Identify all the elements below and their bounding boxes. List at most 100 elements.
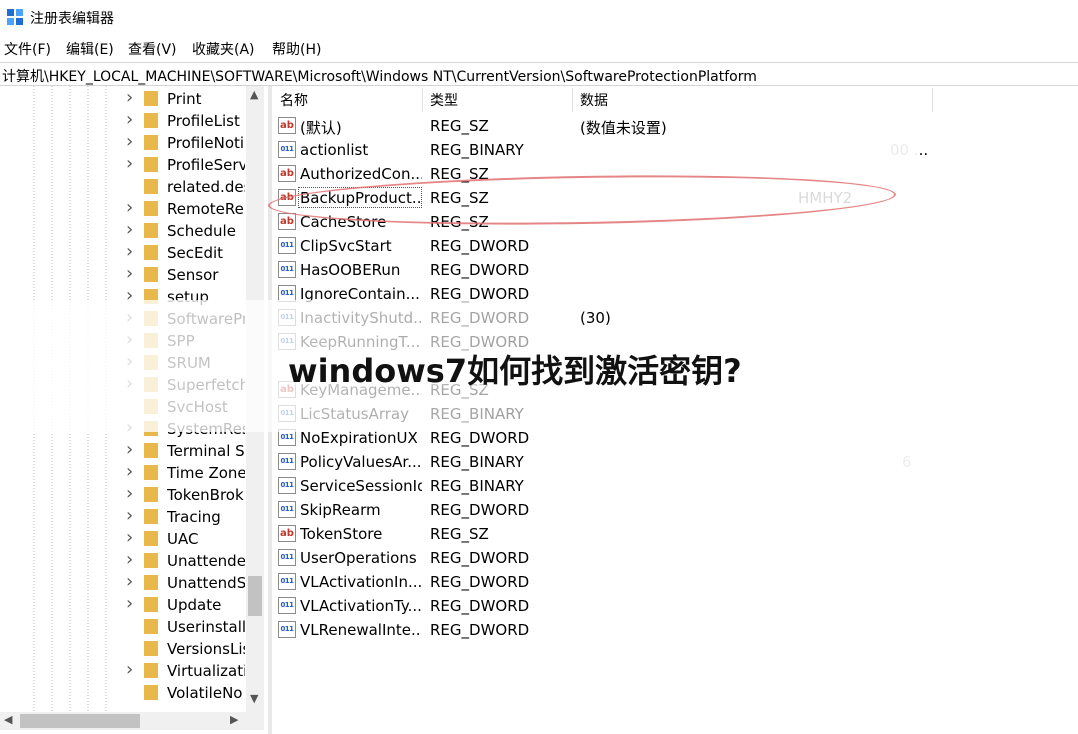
menu-help[interactable]: 帮助(H) bbox=[272, 39, 321, 59]
binary-value-icon: 011 bbox=[278, 573, 296, 590]
column-separator[interactable] bbox=[932, 88, 933, 112]
tree-item[interactable]: › SecEdit bbox=[0, 241, 262, 264]
tree-item[interactable]: › Terminal S bbox=[0, 439, 262, 462]
folder-icon bbox=[144, 91, 158, 106]
tree-item[interactable]: › ProfileNoti bbox=[0, 131, 262, 154]
address-path[interactable]: 计算机\HKEY_LOCAL_MACHINE\SOFTWARE\Microsof… bbox=[2, 66, 757, 86]
tree-item[interactable]: › Unattende bbox=[0, 549, 262, 572]
chevron-right-icon[interactable]: › bbox=[126, 505, 133, 526]
menu-edit[interactable]: 编辑(E) bbox=[66, 39, 114, 59]
chevron-right-icon[interactable]: › bbox=[126, 219, 133, 240]
cell-name: AuthorizedCon... bbox=[300, 165, 422, 183]
binary-value-icon: 011 bbox=[278, 477, 296, 494]
chevron-right-icon[interactable]: › bbox=[126, 153, 133, 174]
chevron-right-icon[interactable]: › bbox=[126, 483, 133, 504]
column-separator[interactable] bbox=[572, 88, 573, 112]
folder-icon bbox=[144, 575, 158, 590]
chevron-right-icon[interactable]: › bbox=[126, 131, 133, 152]
tree-item[interactable]: › Update bbox=[0, 593, 262, 616]
menu-favorites[interactable]: 收藏夹(A) bbox=[192, 39, 255, 59]
window-title: 注册表编辑器 bbox=[30, 11, 114, 27]
tree-item[interactable]: › RemoteRe bbox=[0, 197, 262, 220]
column-separator[interactable] bbox=[422, 88, 423, 112]
binary-value-icon: 011 bbox=[278, 237, 296, 254]
tree-item-label: Userinstalla bbox=[167, 618, 245, 636]
column-header-type[interactable]: 类型 bbox=[430, 90, 458, 110]
tree-item[interactable]: › Tracing bbox=[0, 505, 262, 528]
folder-icon bbox=[144, 531, 158, 546]
chevron-right-icon[interactable]: › bbox=[126, 659, 133, 680]
tree-item-label: VolatileNo bbox=[167, 684, 243, 702]
tree-item[interactable]: › UnattendS bbox=[0, 571, 262, 594]
folder-icon bbox=[144, 553, 158, 568]
folder-icon bbox=[144, 135, 158, 150]
cell-name: HasOOBERun bbox=[300, 261, 401, 279]
cell-name: VLRenewalInte... bbox=[300, 621, 422, 639]
scroll-left-icon[interactable]: ◀ bbox=[4, 713, 12, 726]
cell-name: UserOperations bbox=[300, 549, 417, 567]
tree-item[interactable]: › ProfileList bbox=[0, 109, 262, 132]
binary-value-icon: 011 bbox=[278, 501, 296, 518]
tree-item[interactable]: › UAC bbox=[0, 527, 262, 550]
chevron-right-icon[interactable]: › bbox=[126, 593, 133, 614]
tree-item-label: Virtualizati bbox=[167, 662, 245, 680]
cell-type: REG_BINARY bbox=[430, 453, 524, 471]
table-row[interactable]: ab (默认) REG_SZ (数值未设置) bbox=[272, 114, 1078, 138]
scroll-up-icon[interactable]: ▲ bbox=[250, 88, 258, 101]
column-header-name[interactable]: 名称 bbox=[280, 90, 308, 110]
chevron-right-icon[interactable]: › bbox=[126, 263, 133, 284]
tree-horizontal-scrollbar[interactable]: ◀ ▶ bbox=[0, 712, 264, 730]
folder-icon bbox=[144, 443, 158, 458]
folder-icon bbox=[144, 487, 158, 502]
menu-file[interactable]: 文件(F) bbox=[4, 39, 51, 59]
tree-item[interactable]: › Sensor bbox=[0, 263, 262, 286]
tree-item[interactable]: related.des bbox=[0, 176, 262, 198]
chevron-right-icon[interactable]: › bbox=[126, 109, 133, 130]
chevron-right-icon[interactable]: › bbox=[126, 87, 133, 108]
chevron-right-icon[interactable]: › bbox=[126, 461, 133, 482]
cell-type: REG_BINARY bbox=[430, 141, 524, 159]
cell-type: REG_DWORD bbox=[430, 621, 530, 639]
tree-item-label: Tracing bbox=[167, 508, 221, 526]
folder-icon bbox=[144, 619, 158, 634]
chevron-right-icon[interactable]: › bbox=[126, 439, 133, 460]
folder-icon bbox=[144, 201, 158, 216]
tree-item[interactable]: › ProfileServ bbox=[0, 153, 262, 176]
tree-item[interactable]: › Time Zone bbox=[0, 461, 262, 484]
cell-type: REG_BINARY bbox=[430, 477, 524, 495]
scroll-down-icon[interactable]: ▼ bbox=[250, 692, 258, 705]
scroll-right-icon[interactable]: ▶ bbox=[230, 713, 238, 726]
tree-item-label: ProfileServ bbox=[167, 156, 245, 174]
column-header-data[interactable]: 数据 bbox=[580, 90, 608, 110]
folder-icon bbox=[144, 245, 158, 260]
tree-item[interactable]: › Print bbox=[0, 87, 262, 110]
string-value-icon: ab bbox=[278, 525, 296, 542]
chevron-right-icon[interactable]: › bbox=[126, 197, 133, 218]
blurred-data-region bbox=[580, 420, 930, 650]
chevron-right-icon[interactable]: › bbox=[126, 549, 133, 570]
chevron-right-icon[interactable]: › bbox=[126, 241, 133, 262]
folder-icon bbox=[144, 597, 158, 612]
chevron-right-icon[interactable]: › bbox=[126, 571, 133, 592]
tree-item[interactable]: Userinstalla bbox=[0, 616, 262, 638]
folder-icon bbox=[144, 663, 158, 678]
folder-icon bbox=[144, 179, 158, 194]
cell-type: REG_SZ bbox=[430, 117, 489, 135]
tree-item-label: Print bbox=[167, 90, 202, 108]
tree-item[interactable]: › Schedule bbox=[0, 219, 262, 242]
address-bar[interactable]: 计算机\HKEY_LOCAL_MACHINE\SOFTWARE\Microsof… bbox=[0, 62, 1078, 86]
tree-item-label: Terminal S bbox=[167, 442, 245, 460]
tree-item-label: Time Zone bbox=[167, 464, 245, 482]
tree-item[interactable]: VersionsLis bbox=[0, 638, 262, 660]
scroll-thumb[interactable] bbox=[248, 576, 262, 616]
string-value-icon: ab bbox=[278, 213, 296, 230]
chevron-right-icon[interactable]: › bbox=[126, 527, 133, 548]
cell-name: ClipSvcStart bbox=[300, 237, 392, 255]
tree-item[interactable]: › Virtualizati bbox=[0, 659, 262, 682]
tree-item[interactable]: › TokenBrok bbox=[0, 483, 262, 506]
tree-item[interactable]: VolatileNo bbox=[0, 682, 262, 704]
cell-type: REG_DWORD bbox=[430, 261, 530, 279]
menu-view[interactable]: 查看(V) bbox=[128, 39, 177, 59]
cell-name: (默认) bbox=[300, 119, 342, 137]
scroll-thumb-horizontal[interactable] bbox=[20, 714, 140, 728]
